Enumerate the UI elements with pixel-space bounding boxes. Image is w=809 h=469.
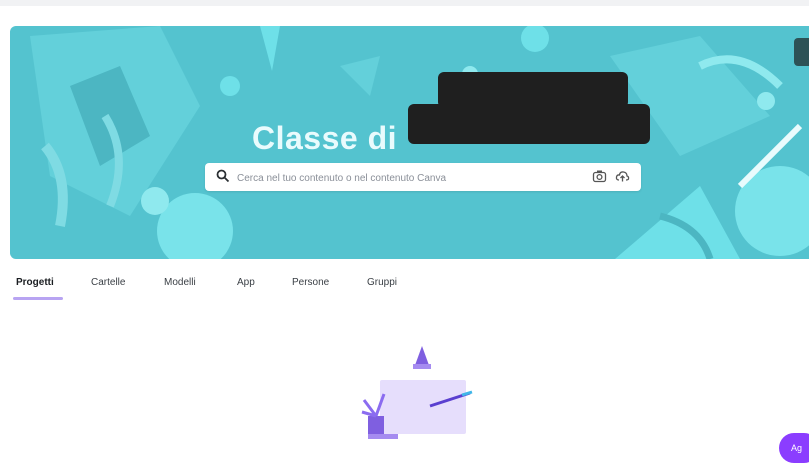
tab-apps[interactable]: App — [237, 277, 255, 288]
redaction-block — [408, 104, 650, 144]
tab-templates[interactable]: Modelli — [164, 277, 196, 288]
banner-title: Classe di — [252, 120, 398, 156]
tab-groups[interactable]: Gruppi — [367, 277, 397, 288]
tab-projects[interactable]: Progetti — [13, 277, 63, 300]
banner-more-button[interactable] — [794, 38, 809, 66]
tab-people[interactable]: Persone — [292, 277, 329, 288]
add-button[interactable]: Ag — [779, 433, 809, 463]
search-icon — [216, 169, 230, 188]
active-tab-indicator — [13, 297, 63, 300]
camera-icon[interactable] — [592, 169, 607, 189]
empty-projects-illustration — [361, 346, 473, 439]
upload-icon[interactable] — [615, 169, 630, 189]
class-banner: Classe di — [10, 26, 809, 259]
top-bar — [0, 0, 809, 6]
redaction-block — [438, 72, 628, 108]
search-bar[interactable] — [205, 163, 641, 191]
tab-folders[interactable]: Cartelle — [91, 277, 125, 288]
search-input[interactable] — [235, 167, 579, 189]
